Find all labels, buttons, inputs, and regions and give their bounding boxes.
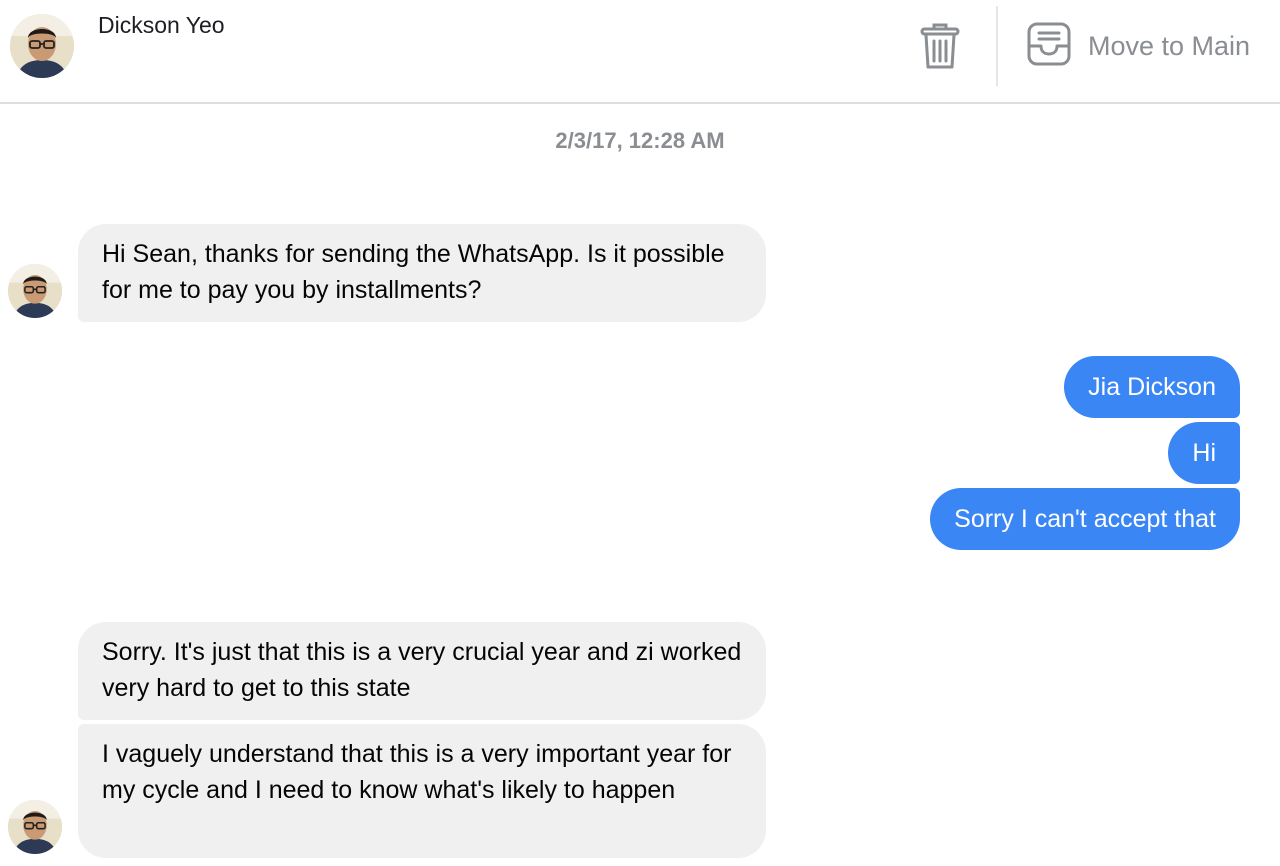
message-bubble-incoming[interactable]: Sorry. It's just that this is a very cru… xyxy=(78,622,766,720)
sender-avatar[interactable] xyxy=(8,264,62,318)
message-bubble-outgoing[interactable]: Sorry I can't accept that xyxy=(930,488,1240,550)
message-bubble-outgoing[interactable]: Jia Dickson xyxy=(1064,356,1240,418)
move-to-main-button[interactable]: Move to Main xyxy=(1026,18,1250,74)
message-bubble-incoming[interactable]: Hi Sean, thanks for sending the WhatsApp… xyxy=(78,224,766,322)
move-to-main-label: Move to Main xyxy=(1088,30,1251,61)
header-divider xyxy=(996,6,998,86)
contact-avatar[interactable] xyxy=(10,14,74,78)
conversation-header: Dickson Yeo Move to Main xyxy=(0,0,1280,104)
message-timestamp: 2/3/17, 12:28 AM xyxy=(555,128,725,153)
contact-name[interactable]: Dickson Yeo xyxy=(98,12,225,39)
message-bubble-incoming[interactable]: I vaguely understand that this is a very… xyxy=(78,724,766,858)
trash-icon xyxy=(918,21,962,76)
sender-avatar[interactable] xyxy=(8,800,62,854)
message-bubble-outgoing[interactable]: Hi xyxy=(1168,422,1240,484)
inbox-tray-icon xyxy=(1026,21,1072,72)
delete-button[interactable] xyxy=(912,20,968,76)
